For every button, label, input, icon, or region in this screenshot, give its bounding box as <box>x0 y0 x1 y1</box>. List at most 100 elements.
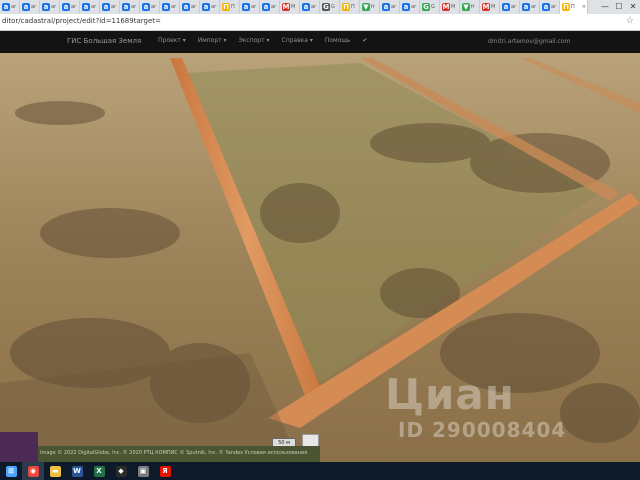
tab-favicon-icon: a <box>2 3 10 11</box>
tab-title: ar <box>271 4 277 10</box>
browser-tab[interactable]: a ar <box>500 0 520 14</box>
tab-title: ar <box>211 4 217 10</box>
browser-tab[interactable]: a ar <box>540 0 560 14</box>
tab-favicon-icon: П <box>342 3 350 11</box>
tab-favicon-icon: a <box>262 3 270 11</box>
satellite-imagery <box>0 53 640 462</box>
tab-favicon-icon: a <box>42 3 50 11</box>
tab-title: M <box>491 4 496 10</box>
menu-export[interactable]: Экспорт ▾ <box>239 37 282 44</box>
tab-favicon-icon: ▼ <box>362 3 370 11</box>
taskbar-item[interactable]: W <box>66 462 88 480</box>
menu-import[interactable]: Импорт ▾ <box>198 37 239 44</box>
maximize-button[interactable]: ☐ <box>612 0 626 14</box>
app-icon: ◆ <box>115 465 127 477</box>
tab-favicon-icon: a <box>242 3 250 11</box>
close-window-button[interactable]: ✕ <box>626 0 640 14</box>
browser-tab[interactable]: a ar <box>520 0 540 14</box>
windows-taskbar: ⊞ ◉ ▬ W X ◆ ▣ Я <box>0 462 640 480</box>
word-icon: W <box>71 465 83 477</box>
taskbar-item[interactable]: ◆ <box>110 462 132 480</box>
browser-tab[interactable]: a ar <box>120 0 140 14</box>
tab-favicon-icon: a <box>22 3 30 11</box>
tab-title: ar <box>551 4 557 10</box>
minimize-button[interactable]: — <box>598 0 612 14</box>
browser-tab[interactable]: a ar <box>40 0 60 14</box>
tab-title: П <box>231 4 235 10</box>
browser-tab[interactable]: a ar <box>100 0 120 14</box>
tab-favicon-icon: a <box>502 3 510 11</box>
taskbar-item[interactable]: ▬ <box>44 462 66 480</box>
tab-title: ar <box>251 4 257 10</box>
windows-start-icon: ⊞ <box>5 465 17 477</box>
aerial-map[interactable] <box>0 53 640 462</box>
tab-title: ar <box>311 4 317 10</box>
cian-listing-id: ID 290008404 <box>398 418 567 442</box>
tab-title: G <box>431 4 435 10</box>
tab-favicon-icon: M <box>482 3 490 11</box>
browser-tab[interactable]: MM <box>440 0 460 14</box>
tab-favicon-icon: M <box>442 3 450 11</box>
browser-tab[interactable]: ▼ fr <box>460 0 480 14</box>
menu-reference[interactable]: Справка ▾ <box>282 37 325 44</box>
map-attribution-bar: Image © 2022 DigitalGlobe, Inc. © 2020 Р… <box>0 432 320 462</box>
browser-tab[interactable]: a ar <box>60 0 80 14</box>
tab-favicon-icon: a <box>142 3 150 11</box>
browser-tab[interactable]: a ar <box>300 0 320 14</box>
browser-tab[interactable]: a ar <box>180 0 200 14</box>
taskbar-item[interactable]: ◉ <box>22 462 44 480</box>
url-text[interactable]: ditor/cadastral/project/edit?id=11689tar… <box>2 17 161 25</box>
tab-favicon-icon: a <box>302 3 310 11</box>
browser-tab[interactable]: П П × <box>560 0 588 14</box>
close-tab-icon[interactable]: × <box>582 4 587 10</box>
main-menu: Проект ▾ Импорт ▾ Экспорт ▾ Справка ▾ По… <box>158 37 379 44</box>
tab-title: fr <box>371 4 375 10</box>
tab-title: ar <box>171 4 177 10</box>
browser-tab-strip: a ar a ar a ar a ar a ar a ar a ar a ar a ar a ar a ar П Пa ar a a… <box>0 0 640 14</box>
browser-tab[interactable]: a ar <box>240 0 260 14</box>
app-brand[interactable]: ГИС Большая Земля <box>67 37 141 45</box>
tab-favicon-icon: П <box>562 3 570 11</box>
menu-project[interactable]: Проект ▾ <box>158 37 198 44</box>
browser-tab[interactable]: ▼ fr <box>360 0 380 14</box>
taskbar-item[interactable]: X <box>88 462 110 480</box>
tab-title: ar <box>411 4 417 10</box>
browser-tab[interactable]: MM <box>480 0 500 14</box>
browser-tab[interactable]: ПП <box>220 0 240 14</box>
tab-favicon-icon: a <box>202 3 210 11</box>
taskbar-item[interactable]: ▣ <box>132 462 154 480</box>
tab-list: a ar a ar a ar a ar a ar a ar a ar a ar a ar a ar a ar П Пa ar a a… <box>0 0 588 14</box>
browser-tab[interactable]: ПП <box>340 0 360 14</box>
browser-tab[interactable]: GG <box>420 0 440 14</box>
tab-favicon-icon: a <box>102 3 110 11</box>
taskbar-item[interactable]: Я <box>154 462 176 480</box>
browser-tab[interactable]: a ar <box>20 0 40 14</box>
tab-favicon-icon: П <box>222 3 230 11</box>
map-attribution-text[interactable]: Image © 2022 DigitalGlobe, Inc. © 2020 Р… <box>40 450 307 456</box>
tab-title: П <box>351 4 355 10</box>
yandex-icon: Я <box>159 465 171 477</box>
browser-tab[interactable]: a ar <box>80 0 100 14</box>
user-account[interactable]: dmitri.artemov@gmail.com <box>488 38 570 45</box>
tab-title: ar <box>111 4 117 10</box>
browser-tab[interactable]: a ar <box>400 0 420 14</box>
browser-tab[interactable]: a ar <box>380 0 400 14</box>
tab-title: M <box>451 4 456 10</box>
tab-title: ar <box>51 4 57 10</box>
app-icon-2: ▣ <box>137 465 149 477</box>
bookmark-star-icon[interactable]: ☆ <box>626 16 634 26</box>
menu-help[interactable]: Помощь <box>325 37 363 44</box>
file-explorer-icon: ▬ <box>49 465 61 477</box>
tab-title: ar <box>391 4 397 10</box>
browser-tab[interactable]: a ar <box>260 0 280 14</box>
browser-tab[interactable]: a ar <box>200 0 220 14</box>
browser-tab[interactable]: MM <box>280 0 300 14</box>
taskbar-item[interactable]: ⊞ <box>0 462 22 480</box>
browser-tab[interactable]: a ar <box>0 0 20 14</box>
minimap-tile[interactable] <box>0 432 38 462</box>
browser-tab[interactable]: a ar <box>140 0 160 14</box>
address-bar[interactable]: ditor/cadastral/project/edit?id=11689tar… <box>0 14 640 31</box>
check-icon[interactable]: ✔ <box>362 37 379 44</box>
browser-tab[interactable]: a ar <box>160 0 180 14</box>
browser-tab[interactable]: GG <box>320 0 340 14</box>
